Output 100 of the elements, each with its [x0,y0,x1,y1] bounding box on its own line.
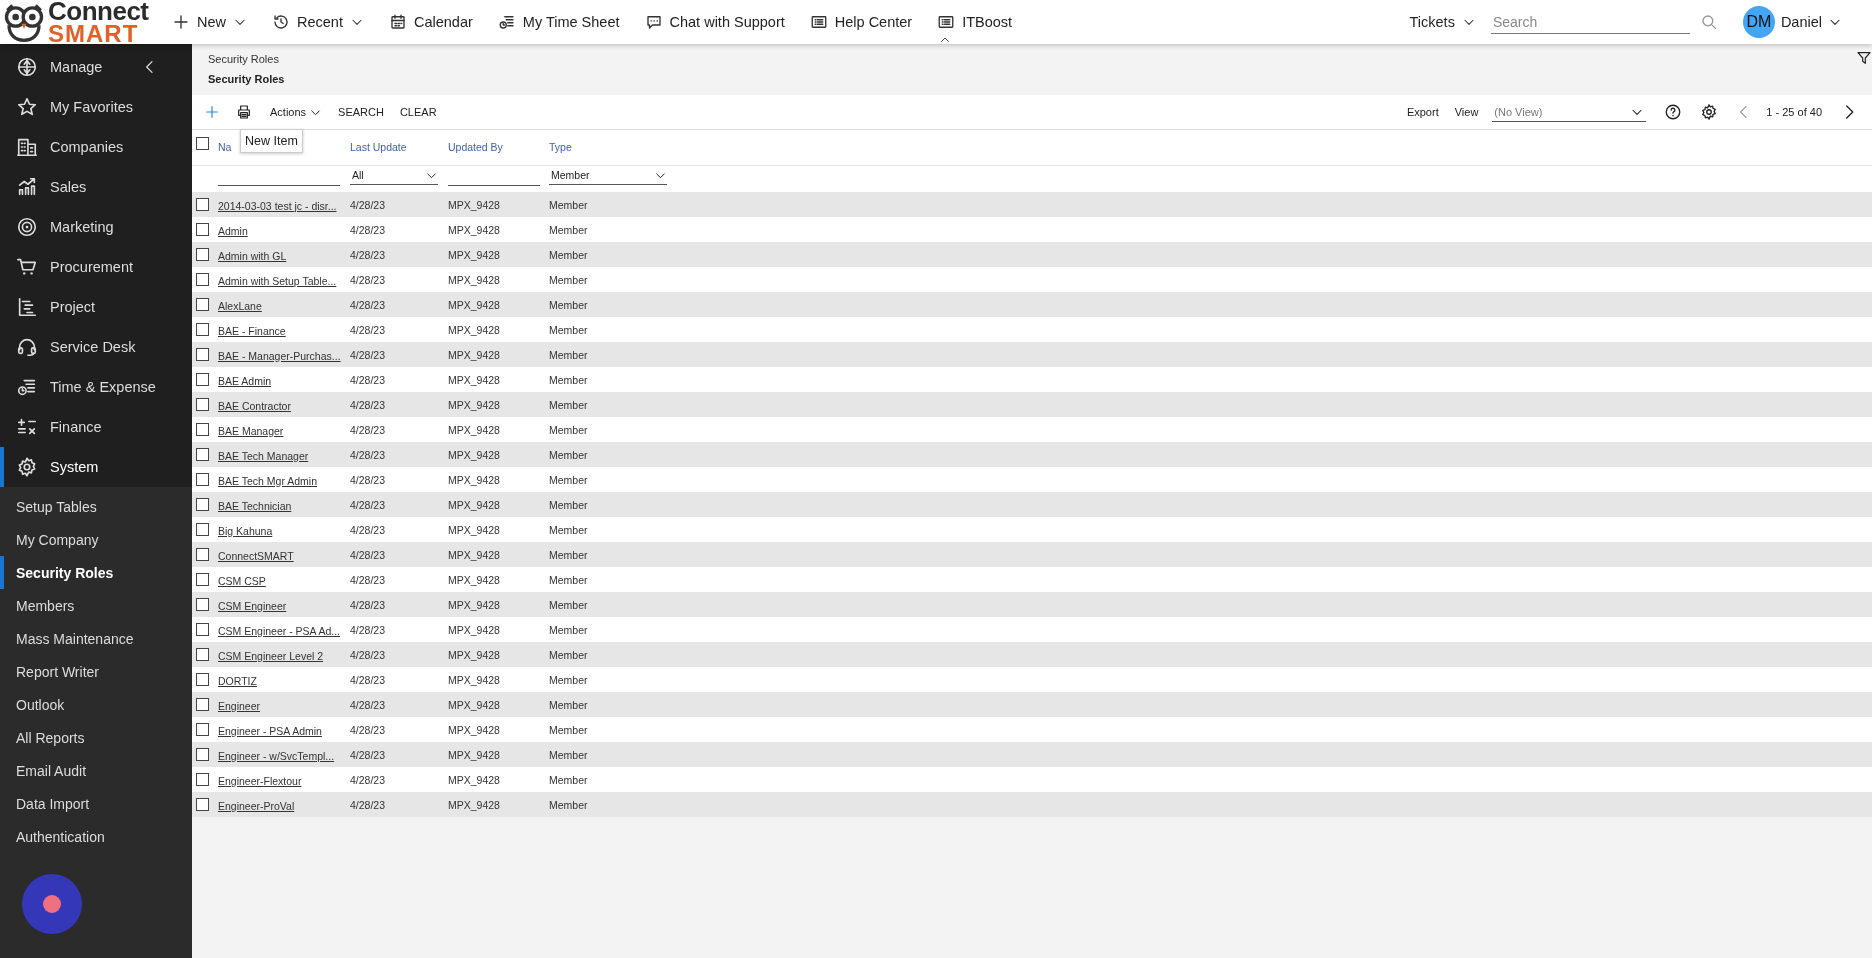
nav-menu-item[interactable]: Help Center [809,0,913,44]
checkbox[interactable] [196,723,209,736]
export-button[interactable]: Export [1406,106,1439,118]
sidebar-subitem[interactable]: Email Audit [0,754,192,787]
sidebar-item[interactable]: Service Desk [0,327,192,367]
checkbox[interactable] [196,623,209,636]
checkbox[interactable] [196,673,209,686]
role-name-link[interactable]: CSM Engineer [218,599,287,612]
sidebar-item[interactable]: Finance [0,407,192,447]
clear-button[interactable]: CLEAR [399,106,437,118]
checkbox[interactable] [196,398,209,411]
nav-menu-item[interactable]: ITBoost [937,0,1013,44]
nav-menu-item[interactable]: Recent [272,0,364,44]
print-button[interactable] [236,104,252,120]
sidebar-subitem[interactable]: My Company [0,523,192,556]
filter-button[interactable] [1856,50,1872,66]
checkbox[interactable] [196,773,209,786]
nav-menu-item[interactable]: Chat with Support [644,0,785,44]
checkbox[interactable] [196,273,209,286]
checkbox[interactable] [196,798,209,811]
checkbox[interactable] [196,523,209,536]
checkbox[interactable] [196,248,209,261]
sidebar-subitem[interactable]: Mass Maintenance [0,622,192,655]
sidebar-subitem[interactable]: Outlook [0,688,192,721]
checkbox[interactable] [196,498,209,511]
sidebar-item[interactable]: Time & Expense [0,367,192,407]
role-name-link[interactable]: Admin with Setup Table... [218,274,337,287]
role-name-link[interactable]: Admin [218,224,248,237]
role-name-link[interactable]: BAE Admin [218,374,272,387]
role-name-link[interactable]: Engineer - w/SvcTempl... [218,749,335,762]
nav-menu-item[interactable]: New [172,0,247,44]
role-name-link[interactable]: CSM Engineer Level 2 [218,649,324,662]
role-name-link[interactable]: BAE - Manager-Purchas... [218,349,341,362]
sidebar-item[interactable]: Procurement [0,247,192,287]
search-button[interactable] [1699,13,1718,31]
role-name-link[interactable]: Engineer-Flextour [218,774,302,787]
tickets-dropdown[interactable]: Tickets [1409,0,1476,44]
role-name-link[interactable]: Engineer [218,699,261,712]
role-name-link[interactable]: DORTIZ [218,674,257,687]
user-menu[interactable]: DM Daniel [1742,6,1842,38]
sidebar-item[interactable]: Project [0,287,192,327]
sidebar-subitem[interactable]: Members [0,589,192,622]
checkbox[interactable] [196,648,209,661]
checkbox[interactable] [196,323,209,336]
column-header[interactable]: Type [549,141,572,153]
role-name-link[interactable]: 2014-03-03 test jc - disr... [218,199,337,212]
breadcrumb[interactable]: Security Roles [208,50,285,68]
role-name-link[interactable]: BAE - Finance [218,324,286,337]
sidebar-item[interactable]: Marketing [0,207,192,247]
nav-menu-item[interactable]: My Time Sheet [497,0,620,44]
actions-dropdown[interactable]: Actions [270,105,323,119]
column-header[interactable]: Last Update [350,141,407,153]
sidebar-subitem[interactable]: Setup Tables [0,490,192,523]
role-name-link[interactable]: AlexLane [218,299,262,312]
sidebar-item[interactable]: My Favorites [0,87,192,127]
checkbox[interactable] [196,448,209,461]
role-name-link[interactable]: Engineer - PSA Admin [218,724,322,737]
sidebar-item[interactable]: Companies [0,127,192,167]
sidebar-item[interactable]: Sales [0,167,192,207]
settings-button[interactable] [1700,103,1719,121]
role-name-link[interactable]: BAE Technician [218,499,292,512]
column-header[interactable]: Updated By [448,141,503,153]
checkbox[interactable] [196,698,209,711]
table-cell: Member [549,423,588,436]
help-button[interactable] [1664,103,1683,121]
checkbox[interactable] [196,473,209,486]
column-header[interactable]: Na [218,141,232,153]
checkbox[interactable] [196,598,209,611]
checkbox[interactable] [196,298,209,311]
filter-dropdown[interactable]: All [350,166,438,185]
sidebar-subitem[interactable]: Authentication [0,820,192,853]
checkbox[interactable] [196,198,209,211]
role-name-link[interactable]: BAE Tech Manager [218,449,309,462]
role-name-link[interactable]: CSM Engineer - PSA Ad... [218,624,340,637]
checkbox[interactable] [196,423,209,436]
nav-menu-item[interactable]: Calendar [388,0,473,44]
sidebar-item[interactable]: Manage [0,47,192,87]
role-name-link[interactable]: BAE Contractor [218,399,291,412]
role-name-link[interactable]: Engineer-ProVal [218,799,295,812]
sidebar-subitem[interactable]: Report Writer [0,655,192,688]
table-cell: Member [549,673,588,686]
checkbox[interactable] [196,748,209,761]
view-dropdown[interactable]: (No View) [1492,102,1647,122]
checkbox[interactable] [196,348,209,361]
record-button[interactable] [22,874,82,934]
role-name-link[interactable]: Admin with GL [218,249,287,262]
role-name-link[interactable]: CSM CSP [218,574,266,587]
checkbox[interactable] [196,137,209,150]
role-name-link[interactable]: Big Kahuna [218,524,273,537]
role-name-link[interactable]: ConnectSMART [218,549,294,562]
checkbox[interactable] [196,548,209,561]
checkbox[interactable] [196,573,209,586]
checkbox[interactable] [196,223,209,236]
checkbox[interactable] [196,373,209,386]
filter-dropdown[interactable]: Member [549,166,667,185]
sidebar-subitem[interactable]: All Reports [0,721,192,754]
search-button[interactable]: SEARCH [338,106,384,118]
role-name-link[interactable]: BAE Tech Mgr Admin [218,474,318,487]
role-name-link[interactable]: BAE Manager [218,424,284,437]
sidebar-subitem[interactable]: Data Import [0,787,192,820]
